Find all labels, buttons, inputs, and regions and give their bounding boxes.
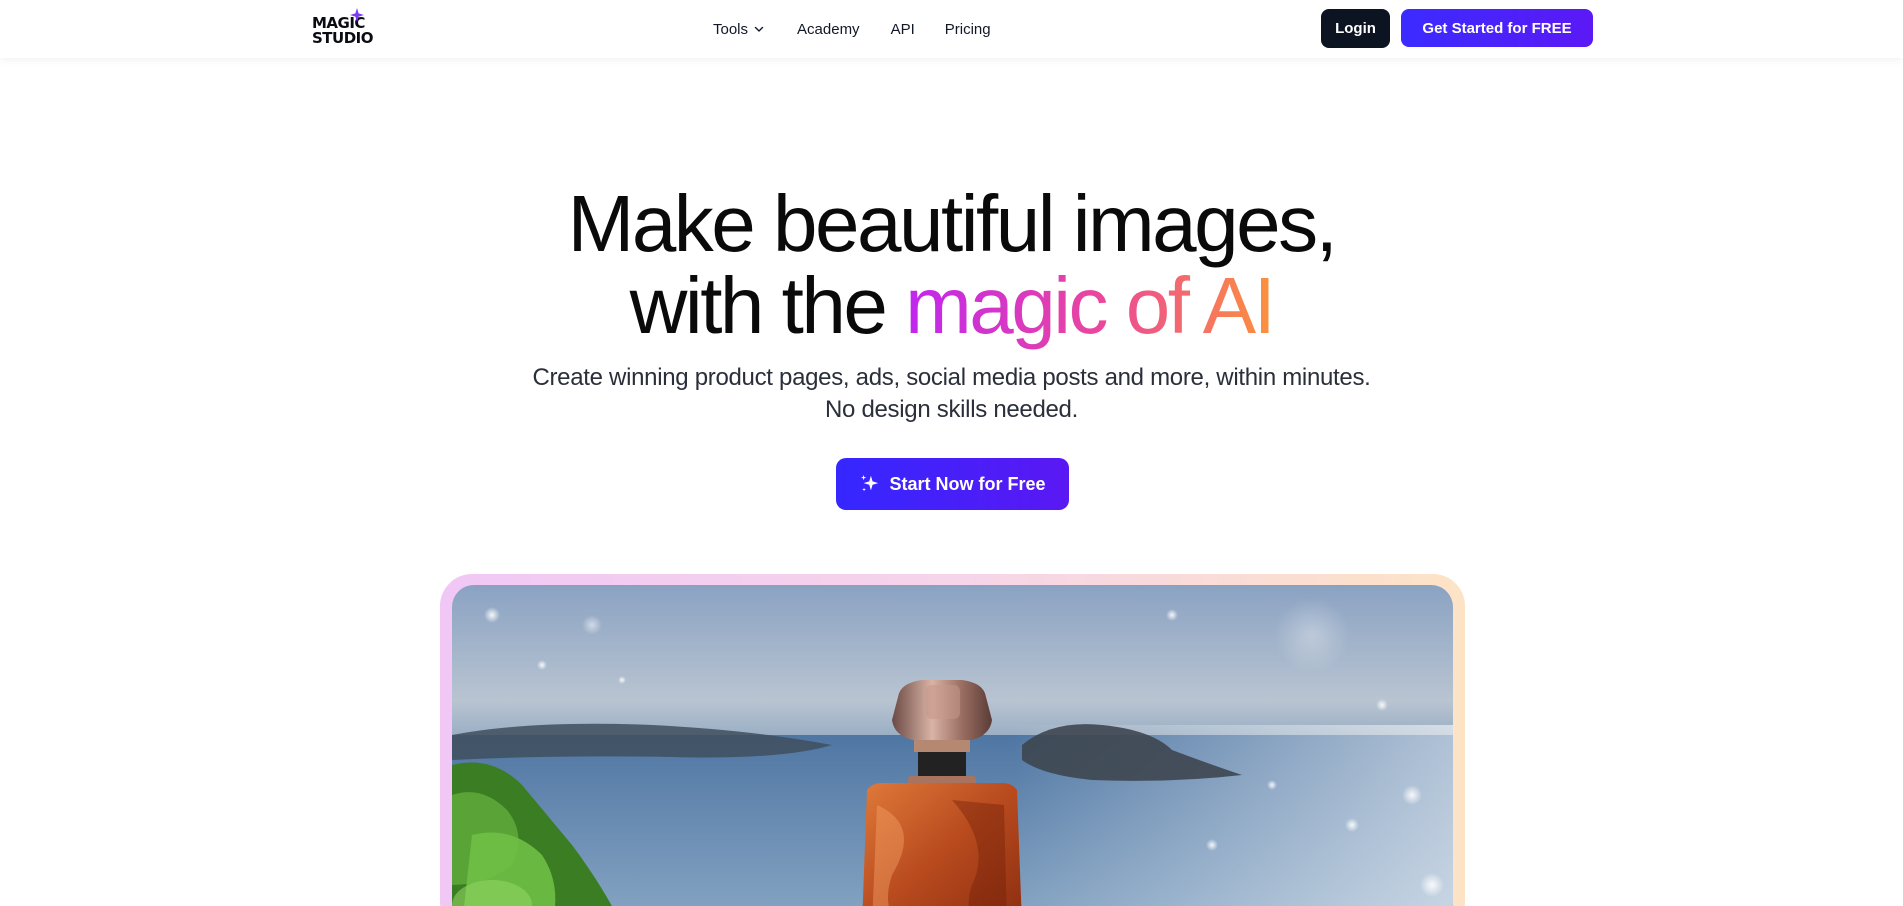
showcase-illustration: [452, 597, 1453, 906]
sparkle-icon: [350, 8, 364, 22]
sparkles-icon: [861, 474, 879, 492]
nav-item-label: Pricing: [944, 20, 991, 38]
nav-item-tools[interactable]: Tools: [713, 21, 764, 38]
nav-item-academy[interactable]: Academy: [797, 21, 860, 38]
perfume-bottle-image: [452, 585, 1453, 906]
chevron-down-icon: [754, 26, 764, 32]
nav-item-label: Academy: [797, 20, 860, 38]
hero-title-gradient-text: magic of AI: [905, 261, 1276, 350]
hero-title-line-1: Make beautiful images,: [567, 179, 1338, 268]
nav-item-label: Tools: [713, 20, 749, 38]
nav-item-api[interactable]: API: [891, 21, 915, 38]
get-started-button[interactable]: Get Started for FREE: [1401, 9, 1593, 47]
start-now-label: Start Now for Free: [889, 473, 1046, 494]
nav-item-label: API: [890, 20, 915, 38]
hero-subtitle-line-1: Create winning product pages, ads, socia…: [532, 364, 1371, 391]
hero-subtitle: Create winning product pages, ads, socia…: [0, 362, 1903, 426]
magic-studio-logo[interactable]: MAGIC STUDIO: [312, 8, 374, 48]
logo-line-2: STUDIO: [312, 29, 374, 47]
main-nav: Tools Academy API Pricing: [713, 18, 991, 40]
hero-subtitle-line-2: No design skills needed.: [825, 396, 1078, 423]
nav-item-pricing[interactable]: Pricing: [945, 21, 991, 38]
top-navbar: MAGIC STUDIO Tools Academy API Pricing L…: [0, 0, 1903, 58]
login-button[interactable]: Login: [1321, 9, 1390, 48]
hero-title-line-2-plain: with the: [629, 261, 906, 350]
hero-title: Make beautiful images, with the magic of…: [0, 183, 1903, 347]
start-now-button[interactable]: Start Now for Free: [836, 458, 1069, 510]
